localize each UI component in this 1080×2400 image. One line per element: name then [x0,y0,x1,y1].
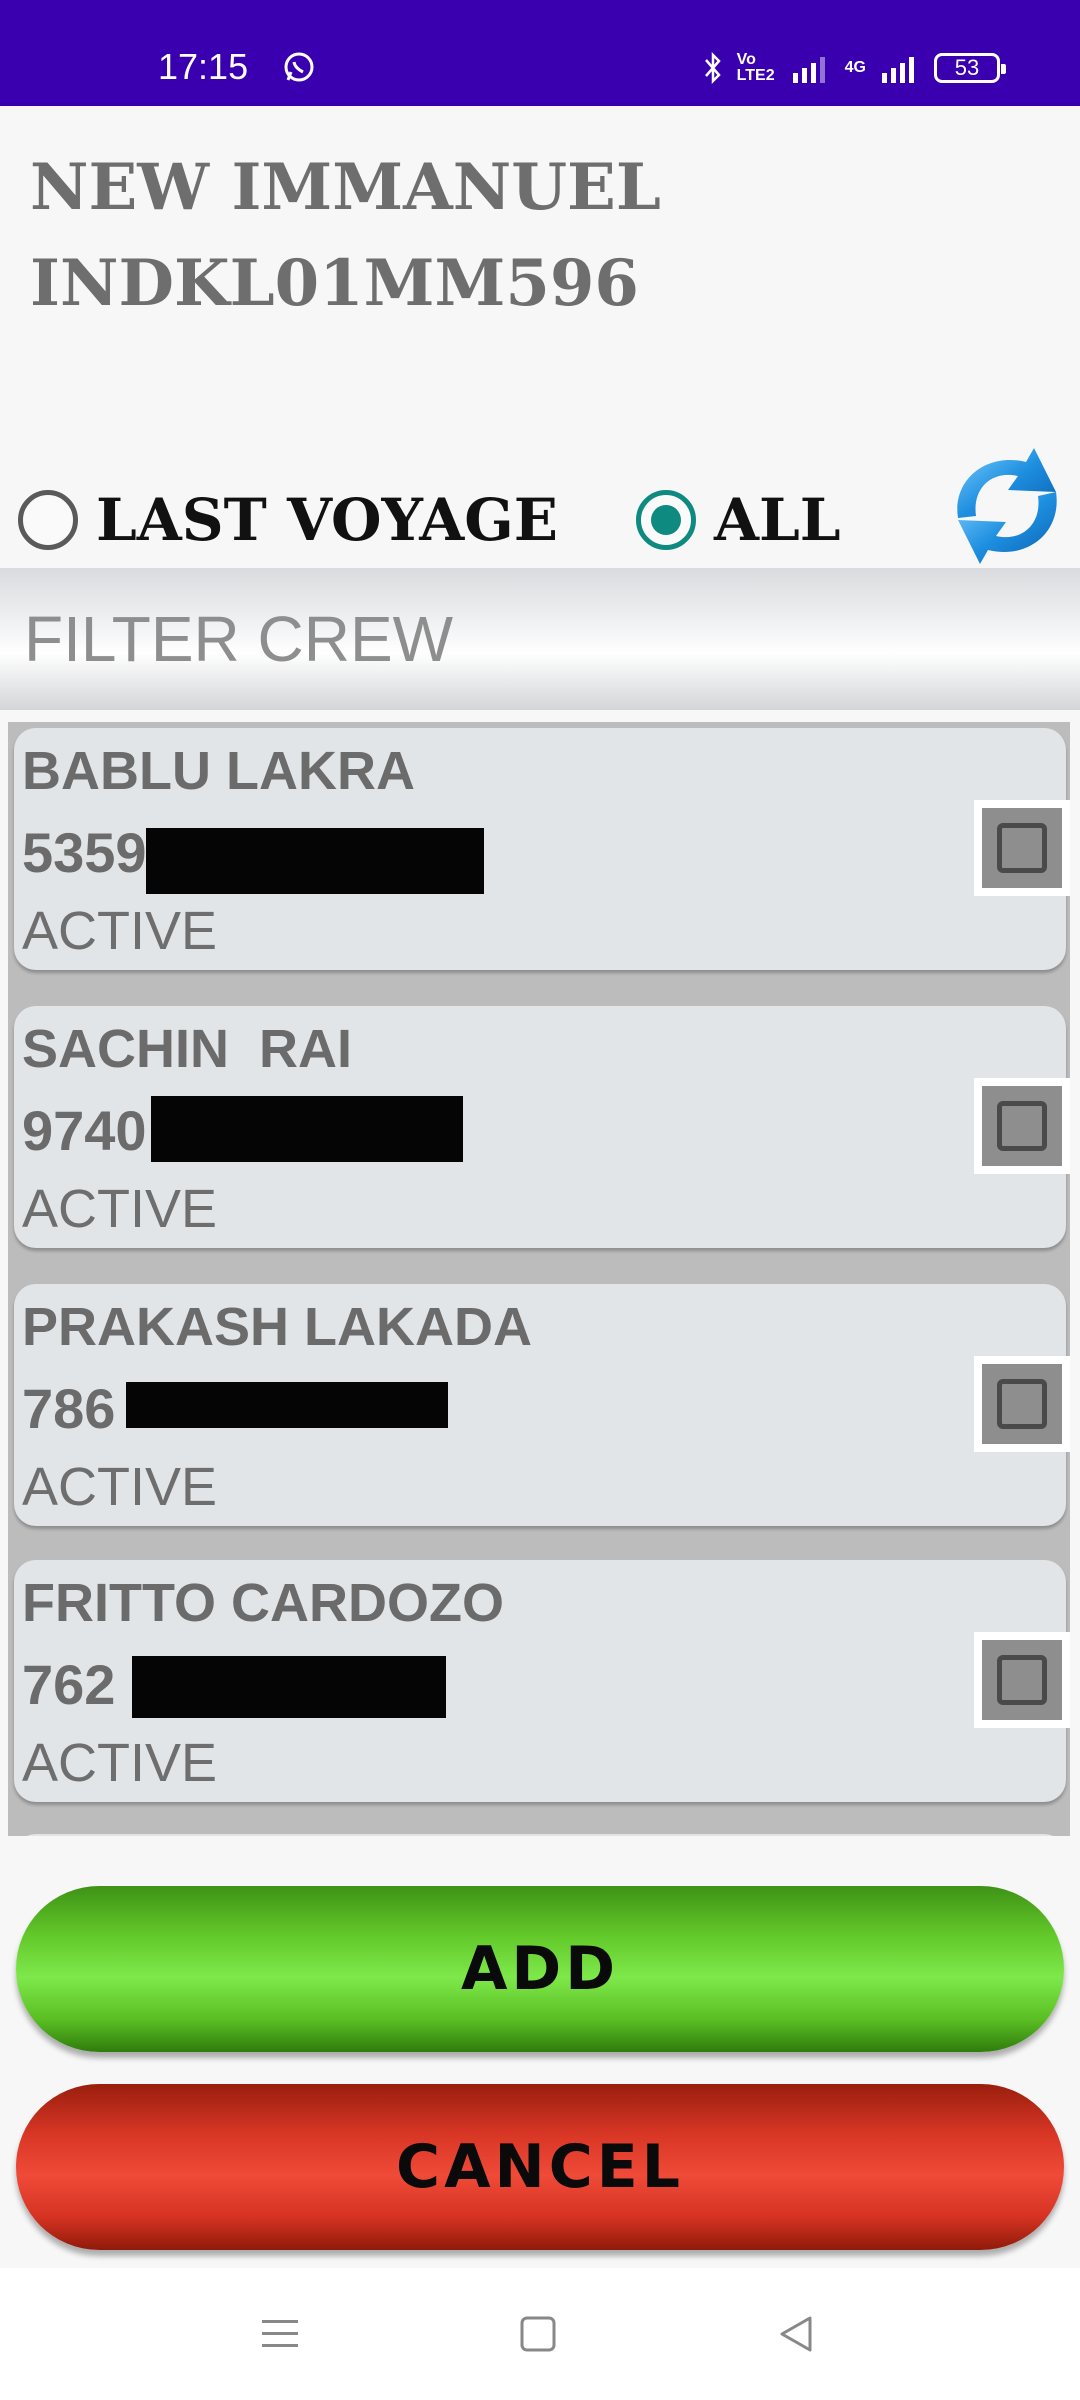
battery-icon: 53 [934,53,1006,83]
refresh-icon[interactable] [934,440,1080,570]
radio-button-unchecked[interactable] [18,490,78,550]
signal-4g-label: 4G [844,59,866,76]
filter-crew-input[interactable] [24,568,1064,710]
home-icon [520,2316,556,2352]
crew-list[interactable]: BABLU LAKRA 5359 ACTIVE SACHIN RAI 9740 … [8,722,1070,1836]
crew-status: ACTIVE [22,901,218,961]
crew-select-checkbox[interactable] [974,800,1070,896]
crew-card[interactable]: SACHIN RAI 9740 ACTIVE [14,1006,1070,1248]
checkbox-icon [997,1101,1047,1151]
filter-bar [0,568,1080,710]
volte-icon: Vo LTE2 [736,51,775,84]
crew-name: BABLU LAKRA [22,741,415,801]
crew-card[interactable]: FRITTO CARDOZO 762 ACTIVE [14,1560,1070,1802]
redaction-block [151,1096,463,1162]
status-bar: 17:15 Vo LTE2 4G 53 [0,0,1080,106]
redaction-block [126,1382,448,1428]
checkbox-icon [997,823,1047,873]
crew-phone: 786 [22,1377,116,1440]
crew-status: ACTIVE [22,1179,218,1239]
signal-4g-icon [882,57,914,83]
checkbox-icon [997,1655,1047,1705]
back-icon [780,2316,812,2352]
crew-status: ACTIVE [22,1457,218,1517]
radio-label-all: ALL [714,486,841,554]
radio-button-checked[interactable] [636,490,696,550]
radio-all[interactable]: ALL [636,486,841,554]
checkbox-icon [997,1379,1047,1429]
radio-last-voyage[interactable]: LAST VOYAGE [18,486,558,554]
redaction-block [146,828,484,894]
radio-label-last-voyage: LAST VOYAGE [96,486,558,554]
crew-name: SACHIN RAI [22,1019,353,1079]
crew-phone: 5359 [22,821,147,884]
crew-status: ACTIVE [22,1733,218,1793]
crew-card[interactable]: PRAKASH LAKADA 786 ACTIVE [14,1284,1070,1526]
crew-phone: 9740 [22,1099,147,1162]
crew-name: FRITTO CARDOZO [22,1573,504,1633]
vessel-registration: INDKL01MM596 [30,246,639,321]
bluetooth-icon [704,51,721,85]
crew-name: PRAKASH LAKADA [22,1297,532,1357]
crew-select-checkbox[interactable] [974,1632,1070,1728]
crew-select-checkbox[interactable] [974,1356,1070,1452]
home-button[interactable] [478,2268,598,2400]
signal-icon [792,57,825,83]
status-icons: Vo LTE2 4G 53 [703,48,1006,88]
system-nav-bar [0,2268,1080,2400]
crew-select-checkbox[interactable] [974,1078,1070,1174]
back-button[interactable] [736,2268,856,2400]
page-title: NEW IMMANUEL INDKL01MM596 [30,140,930,332]
menu-icon [262,2320,298,2347]
cancel-button[interactable]: CANCEL [16,2084,1064,2250]
crew-phone: 762 [22,1653,116,1716]
crew-card-partial[interactable] [14,1834,1066,1836]
status-time: 17:15 [158,46,249,87]
redaction-block [132,1656,446,1718]
crew-scope-radio-group: LAST VOYAGE ALL [0,448,1080,570]
crew-card[interactable]: BABLU LAKRA 5359 ACTIVE [14,728,1070,970]
add-button[interactable]: ADD [16,1886,1064,2052]
menu-button[interactable] [220,2268,340,2400]
vessel-name: NEW IMMANUEL [30,150,661,225]
whatsapp-icon [284,52,314,82]
